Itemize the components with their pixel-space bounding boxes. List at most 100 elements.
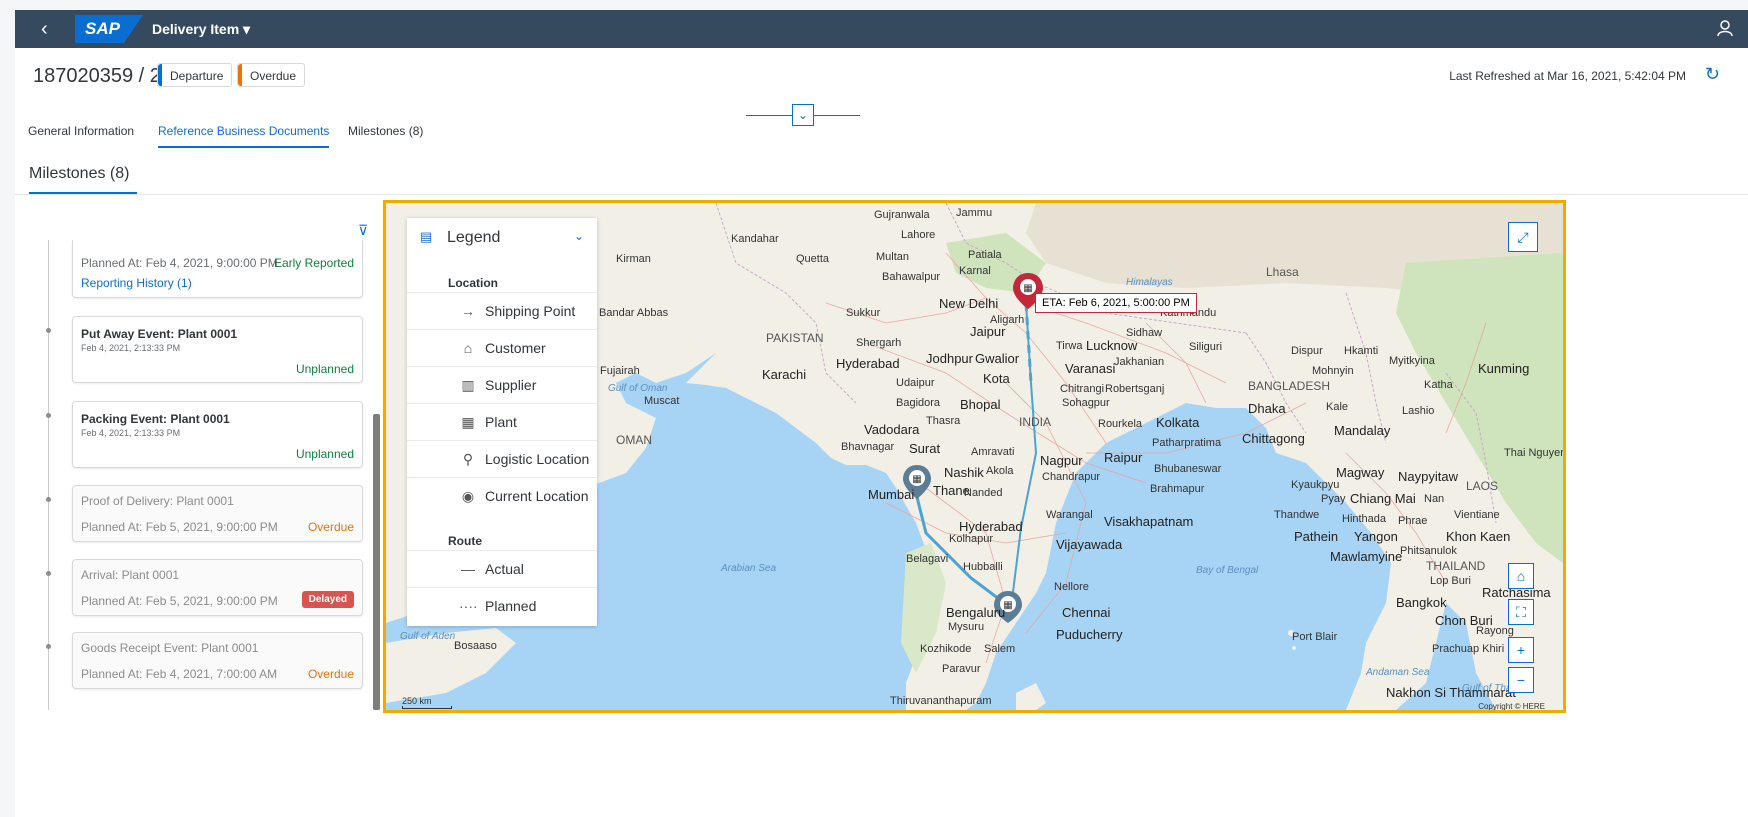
legend-item-label: Current Location	[485, 488, 589, 504]
map-label: Robertsganj	[1105, 383, 1165, 395]
map-label: Nanded	[964, 487, 1003, 499]
map-label: Lhasa	[1266, 265, 1299, 279]
map-label: Hinthada	[1342, 513, 1387, 525]
timeline-dot	[46, 644, 51, 649]
map-label: Phrae	[1398, 515, 1428, 527]
zoom-in-icon[interactable]: +	[1508, 637, 1534, 663]
map-label: PAKISTAN	[766, 331, 824, 345]
planned-at: Planned At: Feb 5, 2021, 9:00:00 PM	[81, 594, 278, 608]
map-label: Vientiane	[1454, 509, 1500, 521]
map-label: Bangkok	[1396, 595, 1447, 610]
milestone-card[interactable]: Put Away Event: Plant 0001 Feb 4, 2021, …	[72, 316, 363, 383]
map-container[interactable]: ▦ ▦ ▦ Gujranwala Jammu Lahore Kandahar Q…	[383, 200, 1566, 713]
timeline-scrollbar[interactable]	[373, 414, 380, 710]
filter-icon[interactable]: ⊽	[358, 222, 368, 239]
map-label: Hkamti	[1344, 345, 1379, 357]
map-label: Arabian Sea	[721, 563, 777, 574]
map-label: Bengaluru	[946, 605, 1006, 620]
map-label: Sohagpur	[1062, 397, 1110, 409]
tab-milestones[interactable]: Milestones (8)	[348, 124, 423, 146]
milestone-card[interactable]: Proof of Delivery: Plant 0001 Planned At…	[72, 485, 363, 542]
object-header: 187020359 / 20 Departure Overdue Last Re…	[15, 48, 1748, 166]
map-label: Kale	[1326, 401, 1349, 413]
map-label: Mysuru	[948, 621, 985, 633]
map-label: Thiruvananthapuram	[890, 695, 992, 707]
chevron-down-icon[interactable]: ⌄	[574, 229, 584, 243]
status-badge-departure: Departure	[157, 63, 233, 87]
legend-item-label: Logistic Location	[485, 451, 590, 467]
map-label: Paravur	[942, 663, 981, 675]
map-label: Dhaka	[1248, 401, 1286, 416]
milestone-title: Arrival: Plant 0001	[81, 568, 180, 582]
map-label: Pathein	[1294, 529, 1339, 544]
map-label: Jaipur	[970, 324, 1006, 339]
planned-at: Planned At: Feb 4, 2021, 9:00:00 PM	[81, 256, 278, 270]
milestone-card[interactable]: Arrival: Plant 0001 Planned At: Feb 5, 2…	[72, 559, 363, 616]
timeline-line	[48, 240, 49, 710]
map-label: Patiala	[968, 249, 1002, 261]
map-label: BANGLADESH	[1248, 379, 1331, 393]
customer-icon: ⌂	[463, 340, 473, 356]
milestone-card[interactable]: Planned At: Feb 4, 2021, 9:00:00 PM Earl…	[72, 240, 363, 298]
map-label: Mumbai	[868, 487, 915, 502]
milestone-timeline: Planned At: Feb 4, 2021, 9:00:00 PM Earl…	[15, 240, 390, 710]
current-location-icon: ◉	[461, 488, 475, 504]
person-icon[interactable]	[1716, 19, 1734, 37]
shell-bar: ‹ SAP Delivery Item ▾	[15, 10, 1748, 48]
logistic-location-icon: ⚲	[462, 451, 474, 467]
map-label: Pyay	[1321, 493, 1346, 505]
milestone-card[interactable]: Goods Receipt Event: Plant 0001 Planned …	[72, 632, 363, 689]
zoom-to-fit-icon[interactable]: ⛶	[1508, 599, 1534, 625]
map-label: Chennai	[1062, 605, 1111, 620]
map-label: Dispur	[1291, 345, 1323, 357]
map-label: Kirman	[616, 253, 651, 265]
map-label: Udaipur	[896, 377, 935, 389]
chevron-left-icon[interactable]: ‹	[41, 19, 48, 39]
tab-reference-business-documents[interactable]: Reference Business Documents	[158, 124, 330, 148]
map-label: Multan	[876, 251, 910, 263]
map-label: Nakhon Si Thammarat	[1386, 685, 1516, 700]
plant-icon: ▦	[461, 414, 475, 430]
map-label: Mohnyin	[1312, 365, 1354, 377]
planned-route-icon: ····	[459, 598, 478, 614]
home-icon[interactable]: ⌂	[1508, 563, 1534, 589]
app-title[interactable]: Delivery Item ▾	[152, 21, 250, 38]
legend-header[interactable]: ▤ Legend ⌄	[407, 218, 597, 256]
map-label: Magway	[1336, 465, 1385, 480]
map-label: Belagavi	[906, 553, 949, 565]
map-label: Chandrapur	[1042, 471, 1101, 483]
legend-item-current-location: ◉ Current Location	[407, 477, 597, 514]
milestone-card[interactable]: Packing Event: Plant 0001 Feb 4, 2021, 2…	[72, 401, 363, 468]
map-label: Bagidora	[896, 397, 941, 409]
legend-item-actual: — Actual	[407, 550, 597, 587]
map-label: Thai Nguyen	[1504, 447, 1566, 459]
map-label: OMAN	[616, 433, 652, 447]
map-label: Bay of Bengal	[1196, 565, 1259, 576]
status-badge-overdue: Overdue	[237, 63, 306, 87]
map-label: Nellore	[1054, 581, 1089, 593]
refresh-icon[interactable]: ↻	[1705, 64, 1720, 85]
actual-route-icon: —	[461, 561, 475, 577]
milestone-status: Unplanned	[295, 362, 354, 376]
timeline-dot	[46, 413, 51, 418]
map-label: Patharpratima	[1152, 437, 1222, 449]
legend-item-shipping-point: → Shipping Point	[407, 292, 597, 329]
map-label: Lashio	[1402, 405, 1435, 417]
tab-general-information[interactable]: General Information	[28, 124, 134, 146]
fullscreen-icon[interactable]: ⤢	[1508, 222, 1538, 252]
sap-logo: SAP	[75, 15, 143, 43]
map-label: Chittagong	[1242, 431, 1305, 446]
timeline-dot	[46, 571, 51, 576]
map-label: Rayong	[1476, 625, 1514, 637]
map-label: Mawlamyine	[1330, 549, 1403, 564]
legend-item-label: Shipping Point	[485, 303, 576, 319]
reporting-history-link[interactable]: Reporting History (1)	[81, 276, 192, 290]
map-label: Nan	[1424, 493, 1445, 505]
map-label: Andaman Sea	[1366, 667, 1430, 678]
map-scale-bar	[402, 706, 452, 709]
map-label: Tirwa	[1056, 340, 1083, 352]
zoom-out-icon[interactable]: −	[1508, 667, 1534, 693]
map-label: Kozhikode	[920, 643, 972, 655]
legend-item-label: Planned	[485, 598, 537, 614]
last-refreshed-text: Last Refreshed at Mar 16, 2021, 5:42:04 …	[1449, 69, 1686, 83]
